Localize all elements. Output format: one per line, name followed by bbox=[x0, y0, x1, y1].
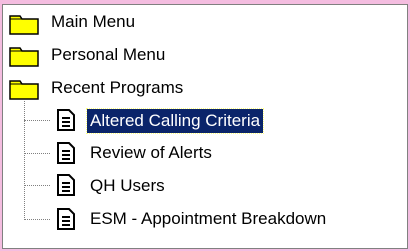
tree-item-label: Recent Programs bbox=[51, 78, 184, 97]
folder-open-icon bbox=[9, 80, 39, 100]
tree-connector-horizontal bbox=[24, 185, 50, 186]
tree-item-label: Personal Menu bbox=[51, 45, 166, 64]
tree-item-label: Review of Alerts bbox=[90, 143, 212, 162]
folder-icon bbox=[9, 15, 39, 35]
tree-item-label: Main Menu bbox=[51, 12, 136, 31]
document-icon bbox=[57, 109, 75, 131]
tree-connector-horizontal bbox=[24, 153, 50, 154]
tree-connector-horizontal bbox=[24, 120, 50, 121]
document-icon bbox=[57, 208, 75, 230]
folder-icon bbox=[9, 47, 39, 67]
tree-connector-vertical bbox=[24, 101, 25, 220]
document-icon bbox=[57, 174, 75, 196]
document-icon bbox=[57, 142, 75, 164]
tree-item-label: Altered Calling Criteria bbox=[85, 108, 265, 134]
tree-connector-horizontal bbox=[24, 219, 50, 220]
menu-tree-panel[interactable]: Main Menu Personal Menu Recent Programs … bbox=[2, 4, 408, 249]
tree-item-label: QH Users bbox=[90, 176, 165, 195]
tree-item-label: ESM - Appointment Breakdown bbox=[90, 209, 327, 228]
